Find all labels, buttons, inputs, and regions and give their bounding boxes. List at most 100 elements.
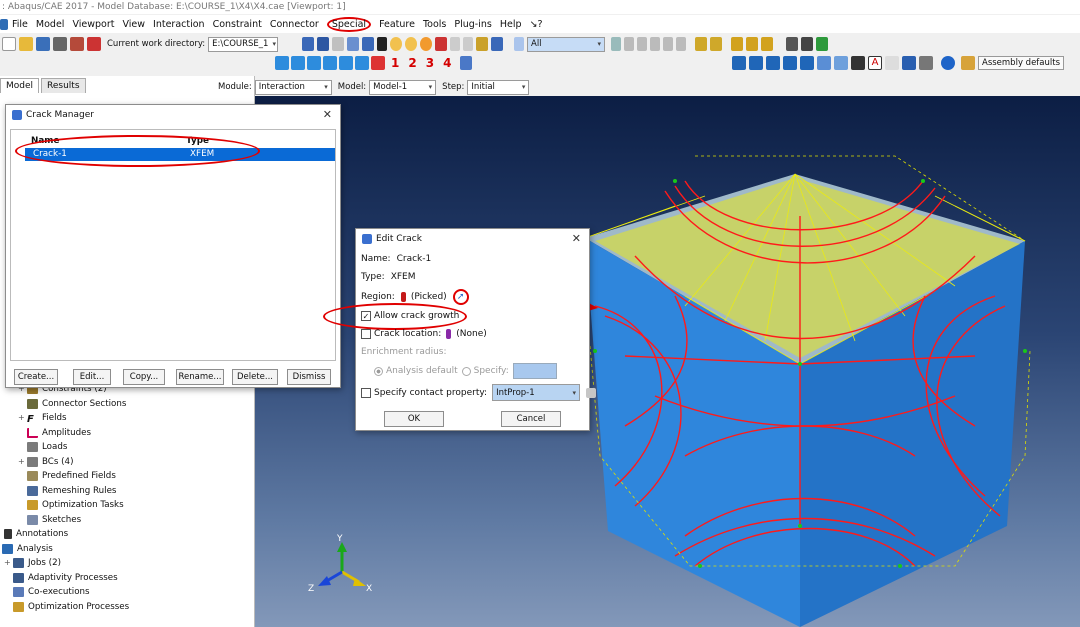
menu-connector[interactable]: Connector bbox=[270, 19, 319, 30]
contact-combo[interactable]: IntProp-1 ▾ bbox=[492, 384, 581, 401]
view-number-3[interactable]: 3 bbox=[426, 56, 434, 70]
display-group-1-icon[interactable] bbox=[732, 56, 746, 70]
select-cross-icon[interactable] bbox=[676, 37, 686, 51]
info-icon[interactable] bbox=[941, 56, 955, 70]
selection-filter-combo[interactable]: All ▾ bbox=[527, 36, 605, 52]
grid-icon[interactable] bbox=[919, 56, 933, 70]
tree-item-co-executions[interactable]: Co-executions bbox=[0, 585, 255, 600]
select-circle-icon[interactable] bbox=[637, 37, 647, 51]
table-icon[interactable] bbox=[491, 37, 503, 51]
tab-results[interactable]: Results bbox=[41, 78, 86, 93]
expand-icon[interactable]: + bbox=[18, 455, 27, 470]
view-zx-icon[interactable] bbox=[355, 56, 369, 70]
options-icon[interactable] bbox=[87, 37, 101, 51]
table-tool-icon[interactable] bbox=[902, 56, 916, 70]
tab-model[interactable]: Model bbox=[0, 78, 40, 93]
open-icon[interactable] bbox=[19, 37, 33, 51]
menu-special[interactable]: Special bbox=[326, 16, 372, 32]
specify-input[interactable] bbox=[512, 363, 557, 379]
select-polygon-icon[interactable] bbox=[650, 37, 660, 51]
magnify-icon[interactable] bbox=[332, 37, 344, 51]
new-icon[interactable] bbox=[2, 37, 16, 51]
menu-view[interactable]: View bbox=[122, 19, 145, 30]
redo-icon[interactable] bbox=[463, 37, 473, 51]
edit-button[interactable]: Edit... bbox=[73, 369, 111, 385]
render-wireframe-icon[interactable] bbox=[390, 37, 402, 51]
view-number-2[interactable]: 2 bbox=[408, 56, 416, 70]
pick-region-icon[interactable]: ➚ bbox=[452, 289, 469, 305]
tree-item-analysis[interactable]: Analysis bbox=[0, 542, 255, 557]
menu-viewport[interactable]: Viewport bbox=[72, 19, 114, 30]
crack-manager-titlebar[interactable]: Crack Manager ✕ bbox=[6, 105, 340, 125]
view-xz-icon[interactable] bbox=[339, 56, 353, 70]
display-group-5-icon[interactable] bbox=[800, 56, 814, 70]
selection-options-icon[interactable] bbox=[611, 37, 621, 51]
tree-item-predefined-fields[interactable]: Predefined Fields bbox=[0, 469, 255, 484]
tree-item-remeshing-rules[interactable]: Remeshing Rules bbox=[0, 484, 255, 499]
views-icon[interactable] bbox=[786, 37, 798, 51]
close-icon[interactable]: ✕ bbox=[572, 229, 581, 249]
close-icon[interactable]: ✕ bbox=[323, 105, 332, 125]
menu-file[interactable]: File bbox=[12, 19, 28, 30]
tree-item-connector-sections[interactable]: Connector Sections bbox=[0, 397, 255, 412]
menu-model[interactable]: Model bbox=[36, 19, 65, 30]
cwd-combo[interactable]: E:\COURSE_1 ▾ bbox=[208, 36, 279, 52]
render-shaded-icon[interactable] bbox=[420, 37, 432, 51]
tree-item-optimization-processes[interactable]: Optimization Processes bbox=[0, 600, 255, 615]
crack-location-checkbox[interactable] bbox=[361, 329, 371, 339]
query-icon[interactable] bbox=[435, 37, 447, 51]
module-combo[interactable]: Interaction ▾ bbox=[254, 79, 332, 95]
text-annotation-icon[interactable]: A bbox=[868, 56, 882, 70]
select-inside-icon[interactable] bbox=[663, 37, 673, 51]
assembly-display-icon[interactable] bbox=[961, 56, 975, 70]
display-group-2-icon[interactable] bbox=[749, 56, 763, 70]
assembly-defaults-label[interactable]: Assembly defaults bbox=[978, 56, 1065, 70]
display-group-3-icon[interactable] bbox=[766, 56, 780, 70]
cycle-view-icon[interactable] bbox=[377, 37, 387, 51]
tree-item-sketches[interactable]: Sketches bbox=[0, 513, 255, 528]
view-number-1[interactable]: 1 bbox=[391, 56, 399, 70]
select-from-viewport-icon[interactable] bbox=[710, 37, 722, 51]
menu-tools[interactable]: Tools bbox=[423, 19, 446, 30]
ok-button[interactable]: OK bbox=[384, 411, 444, 427]
expand-icon[interactable]: + bbox=[4, 556, 13, 571]
create-button[interactable]: Create... bbox=[14, 369, 58, 385]
save-icon[interactable] bbox=[36, 37, 50, 51]
csys-icon[interactable] bbox=[460, 56, 473, 70]
tree-item-jobs[interactable]: + Jobs (2) bbox=[0, 556, 255, 571]
copy-button[interactable]: Copy... bbox=[123, 369, 165, 385]
tree-item-amplitudes[interactable]: Amplitudes bbox=[0, 426, 255, 441]
display-group-7-icon[interactable] bbox=[834, 56, 848, 70]
menu-interaction[interactable]: Interaction bbox=[153, 19, 205, 30]
perspective-icon[interactable] bbox=[801, 37, 813, 51]
contact-manager-icon[interactable] bbox=[586, 387, 597, 398]
tree-item-bcs[interactable]: + BCs (4) bbox=[0, 455, 255, 470]
render-hidden-icon[interactable] bbox=[405, 37, 417, 51]
specify-radio[interactable] bbox=[461, 366, 471, 376]
menu-whats-this[interactable]: ↘? bbox=[530, 19, 543, 30]
color-code-icon[interactable] bbox=[816, 37, 828, 51]
model-combo[interactable]: Model-1 ▾ bbox=[369, 79, 437, 95]
delete-button[interactable]: Delete... bbox=[232, 369, 278, 385]
edit-crack-titlebar[interactable]: Edit Crack ✕ bbox=[356, 229, 589, 249]
tree-item-optimization-tasks[interactable]: Optimization Tasks bbox=[0, 498, 255, 513]
select-arrow-icon[interactable] bbox=[514, 37, 524, 51]
macro-icon[interactable] bbox=[70, 37, 84, 51]
undo-icon[interactable] bbox=[450, 37, 460, 51]
menu-plugins[interactable]: Plug-ins bbox=[454, 19, 491, 30]
cancel-button[interactable]: Cancel bbox=[501, 411, 561, 427]
menu-constraint[interactable]: Constraint bbox=[213, 19, 262, 30]
select-box-icon[interactable] bbox=[624, 37, 634, 51]
arrow-tool-icon[interactable] bbox=[851, 56, 865, 70]
zoom-box-icon[interactable] bbox=[347, 37, 359, 51]
view-front-icon[interactable] bbox=[746, 37, 758, 51]
view-number-4[interactable]: 4 bbox=[443, 56, 451, 70]
menu-help[interactable]: Help bbox=[500, 19, 522, 30]
pan-icon[interactable] bbox=[302, 37, 314, 51]
view-zy-icon[interactable] bbox=[323, 56, 337, 70]
step-combo[interactable]: Initial ▾ bbox=[467, 79, 530, 95]
view-iso-icon[interactable] bbox=[731, 37, 743, 51]
select-from-list-icon[interactable] bbox=[695, 37, 707, 51]
analysis-default-radio[interactable] bbox=[374, 366, 383, 376]
crack-location-row[interactable]: Crack location: (None) bbox=[361, 329, 487, 339]
